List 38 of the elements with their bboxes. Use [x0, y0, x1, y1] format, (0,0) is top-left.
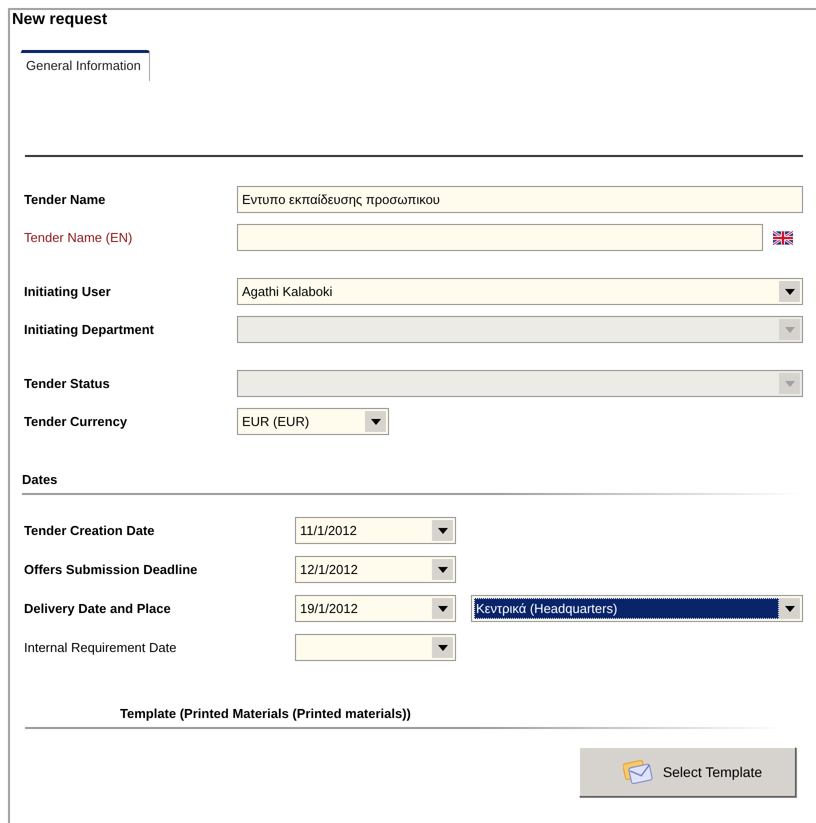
dropdown-arrow-icon[interactable]: [438, 606, 448, 612]
field-value: Κεντρικά (Headquarters): [474, 598, 779, 619]
field-label: Tender Currency: [24, 414, 128, 429]
dropdown-arrow-icon[interactable]: [784, 288, 794, 294]
dropdown-arrow-icon[interactable]: [438, 644, 448, 650]
field-label: Initiating Department: [24, 322, 154, 337]
select-template-button[interactable]: Select Template: [579, 747, 796, 797]
dropdown-field[interactable]: Κεντρικά (Headquarters): [471, 595, 803, 622]
envelope-icon: [622, 759, 653, 785]
section-heading: Template (Printed Materials (Printed materials)): [120, 706, 411, 721]
input-field[interactable]: Εντυπο εκπαίδευσης προσωπικου: [237, 186, 803, 213]
field-value: 11/1/2012: [299, 522, 358, 540]
dropdown-field[interactable]: 19/1/2012: [295, 595, 456, 622]
field-value: EUR (EUR): [241, 413, 310, 431]
field-label: Tender Name: [24, 192, 106, 207]
field-label: Offers Submission Deadline: [24, 562, 198, 577]
field-value: 19/1/2012: [299, 600, 359, 618]
field-label: Tender Status: [24, 376, 110, 391]
dropdown-field[interactable]: Agathi Kalaboki: [237, 278, 803, 305]
dropdown-field[interactable]: 11/1/2012: [295, 517, 456, 544]
field-value: Agathi Kalaboki: [241, 283, 334, 301]
dropdown-field[interactable]: 12/1/2012: [295, 556, 456, 583]
dropdown-field[interactable]: [295, 634, 456, 661]
field-label: Internal Requirement Date: [24, 640, 176, 655]
field-label: Tender Name (EN): [24, 230, 132, 245]
dropdown-arrow-icon[interactable]: [438, 528, 448, 534]
field-label: Tender Creation Date: [24, 523, 155, 538]
field-value: 12/1/2012: [299, 561, 359, 579]
window-title: New request: [11, 10, 108, 30]
field-label: Initiating User: [24, 284, 111, 299]
field-value: Εντυπο εκπαίδευσης προσωπικου: [241, 191, 441, 209]
dropdown-arrow-icon[interactable]: [370, 418, 380, 424]
dropdown-arrow-icon[interactable]: [784, 606, 794, 612]
dropdown-arrow-icon[interactable]: [438, 566, 448, 572]
dropdown-field[interactable]: EUR (EUR): [237, 408, 389, 435]
field-label: Delivery Date and Place: [24, 601, 171, 616]
input-field[interactable]: [237, 224, 763, 251]
section-heading: Dates: [22, 472, 58, 487]
